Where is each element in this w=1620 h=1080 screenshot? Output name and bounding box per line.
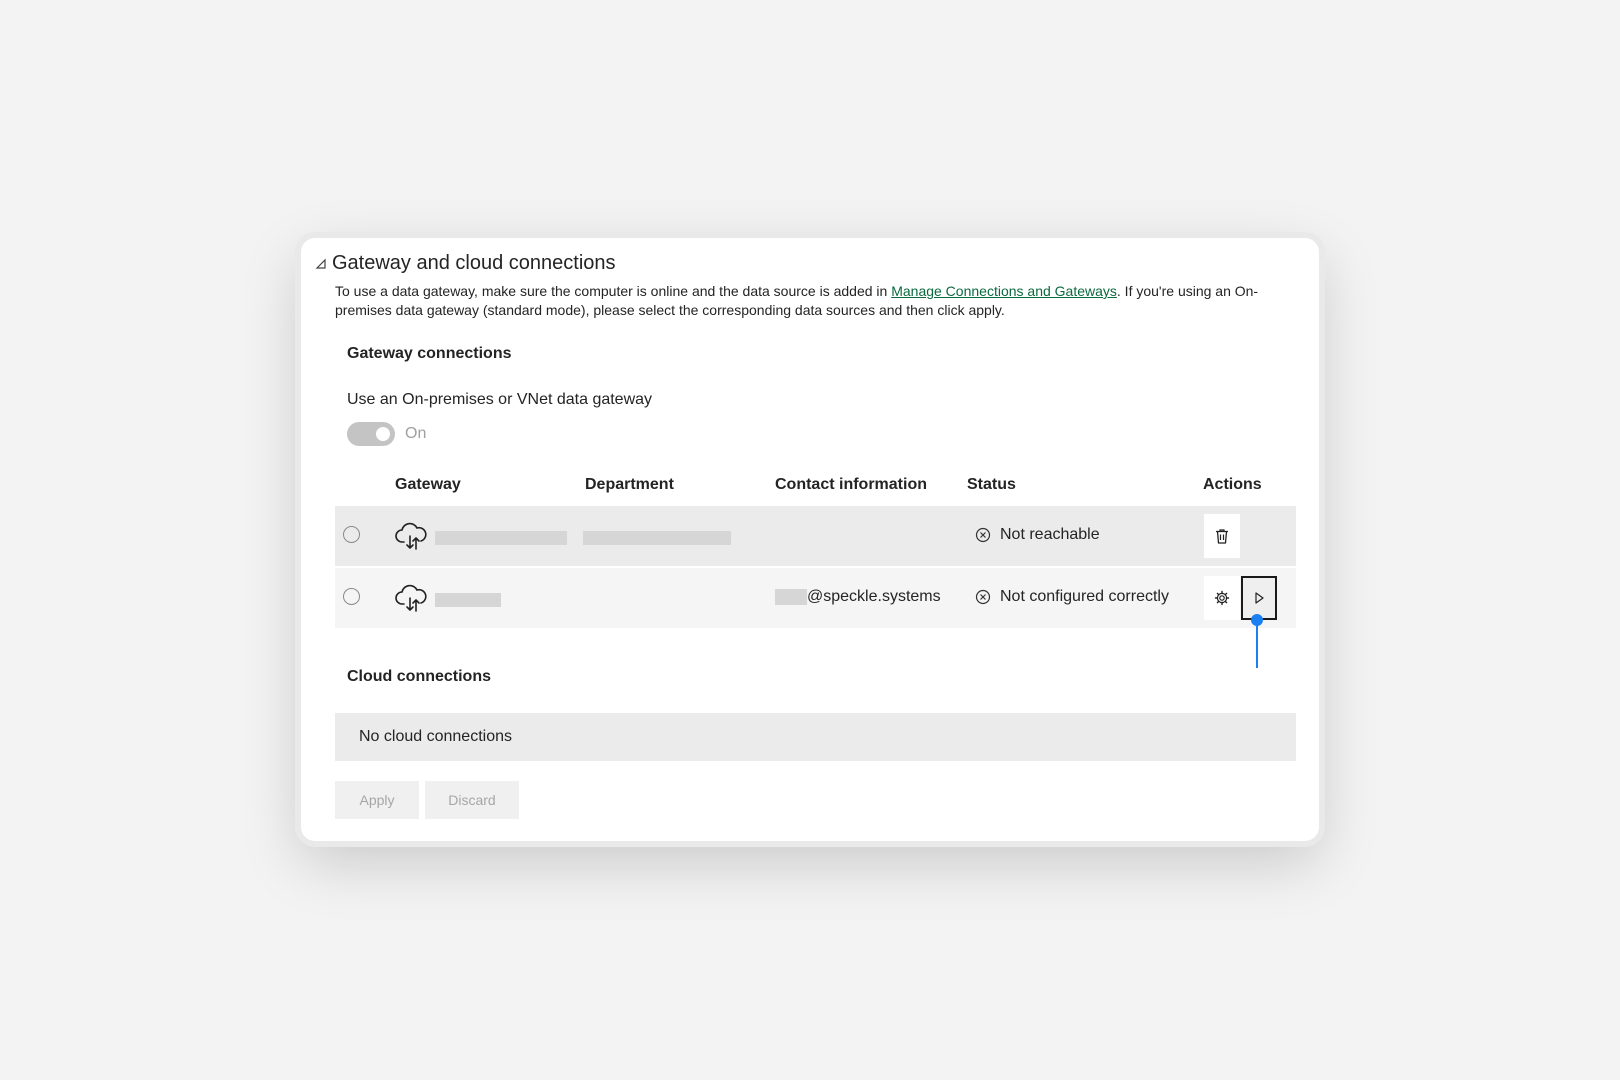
apply-button[interactable]: Apply (335, 781, 419, 819)
column-actions: Actions (1203, 476, 1262, 493)
cloud-gateway-icon (395, 584, 427, 612)
toggle-knob (376, 427, 390, 441)
trash-icon (1216, 529, 1228, 544)
panel-header[interactable]: Gateway and cloud connections (315, 252, 616, 275)
play-icon (1255, 592, 1264, 604)
collapse-triangle-icon[interactable] (315, 258, 327, 270)
column-status: Status (967, 476, 1016, 493)
contact-redacted (775, 589, 807, 605)
status-text: Not configured correctly (1000, 588, 1169, 605)
column-gateway: Gateway (395, 476, 461, 493)
gateway-name-redacted (435, 593, 501, 607)
error-circle-icon (975, 527, 991, 543)
table-row[interactable]: Not reachable (335, 506, 1296, 566)
gear-icon (1214, 590, 1230, 606)
contact-email: @speckle.systems (807, 588, 941, 605)
cloud-connections-heading: Cloud connections (347, 668, 491, 685)
cloud-gateway-icon (395, 522, 427, 550)
gateway-toggle[interactable] (347, 422, 395, 446)
department-redacted (583, 531, 731, 545)
gateway-toggle-row: On (347, 422, 426, 446)
row-select-radio[interactable] (343, 526, 360, 543)
panel-description: To use a data gateway, make sure the com… (335, 282, 1275, 320)
gateway-table-header: Gateway Department Contact information S… (335, 476, 1296, 502)
cloud-connections-empty: No cloud connections (335, 713, 1296, 761)
gateway-name-redacted (435, 531, 567, 545)
cursor-indicator-line (1256, 622, 1258, 668)
column-contact: Contact information (775, 476, 927, 493)
contact-cell: @speckle.systems (775, 588, 941, 606)
panel-title: Gateway and cloud connections (332, 252, 616, 274)
gateway-connections-heading: Gateway connections (347, 345, 512, 362)
cursor-indicator-dot (1251, 614, 1263, 626)
empty-state-text: No cloud connections (359, 728, 512, 745)
status-cell: Not reachable (975, 526, 1100, 544)
status-cell: Not configured correctly (975, 588, 1169, 606)
table-row[interactable]: @speckle.systems Not configured correctl… (335, 568, 1296, 628)
description-text-1: To use a data gateway, make sure the com… (335, 283, 892, 299)
settings-button[interactable] (1204, 576, 1240, 620)
delete-button[interactable] (1204, 514, 1240, 558)
column-department: Department (585, 476, 674, 493)
manage-connections-link[interactable]: Manage Connections and Gateways (891, 283, 1117, 299)
status-text: Not reachable (1000, 526, 1100, 543)
gateway-cloud-panel: Gateway and cloud connections To use a d… (301, 238, 1319, 841)
toggle-state-text: On (405, 425, 427, 442)
error-circle-icon (975, 589, 991, 605)
row-select-radio[interactable] (343, 588, 360, 605)
discard-button[interactable]: Discard (425, 781, 519, 819)
gateway-toggle-label: Use an On-premises or VNet data gateway (347, 391, 653, 408)
